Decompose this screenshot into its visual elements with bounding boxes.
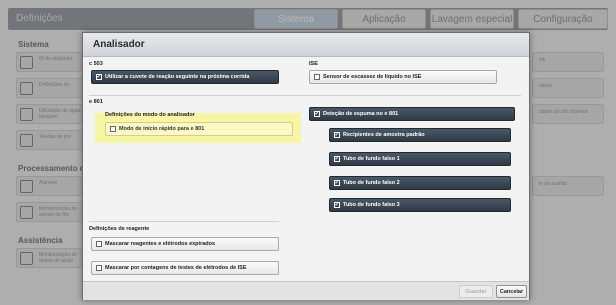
false-bottom-tube-3-label: Tubo de fundo falso 3 bbox=[343, 202, 400, 208]
quick-start-label: Modo de início rápido para e 801 bbox=[119, 126, 205, 132]
next-cuvette-toggle[interactable]: ✓ Utilizar a cuvete de reação seguinte n… bbox=[91, 70, 279, 84]
checkmark-icon: ✓ bbox=[314, 111, 320, 117]
false-bottom-tube-2-toggle[interactable]: ✓ Tubo de fundo falso 2 bbox=[329, 176, 511, 190]
checkmark-icon: ✓ bbox=[334, 180, 340, 186]
analyzer-mode-label: Definições do modo do analisador bbox=[105, 112, 195, 118]
standard-sample-containers-toggle[interactable]: ✓ Recipientes de amostra padrão bbox=[329, 128, 511, 142]
e801-label: e 801 bbox=[89, 99, 103, 105]
dialog-footer: Guardar Cancelar bbox=[83, 281, 529, 300]
save-button[interactable]: Guardar bbox=[459, 285, 493, 298]
quick-start-toggle[interactable]: Modo de início rápido para e 801 bbox=[105, 122, 293, 136]
reagent-settings-label: Definições de reagente bbox=[89, 226, 150, 232]
false-bottom-tube-3-toggle[interactable]: ✓ Tubo de fundo falso 3 bbox=[329, 198, 511, 212]
checkbox-icon bbox=[96, 265, 102, 271]
cancel-button[interactable]: Cancelar bbox=[496, 285, 527, 298]
divider bbox=[89, 95, 521, 96]
mask-expired-reagents-label: Mascarar reagentes e elétrodos expirados bbox=[105, 241, 216, 247]
ise-liquid-sensor-label: Sensor de escassez de líquido no ISE bbox=[323, 74, 422, 80]
standard-sample-containers-label: Recipientes de amostra padrão bbox=[343, 132, 425, 138]
foam-detection-label: Deteção de espuma no e 801 bbox=[323, 111, 399, 117]
false-bottom-tube-2-label: Tubo de fundo falso 2 bbox=[343, 180, 400, 186]
mask-ise-electrode-tests-toggle[interactable]: Mascarar por contagens de testes de elét… bbox=[91, 261, 279, 275]
analyzer-dialog: Analisador c 503 ✓ Utilizar a cuvete de … bbox=[82, 32, 530, 300]
foam-detection-toggle[interactable]: ✓ Deteção de espuma no e 801 bbox=[309, 107, 515, 121]
checkmark-icon: ✓ bbox=[334, 202, 340, 208]
false-bottom-tube-1-toggle[interactable]: ✓ Tubo de fundo falso 1 bbox=[329, 152, 511, 166]
dialog-title: Analisador bbox=[93, 39, 145, 50]
checkbox-icon bbox=[96, 241, 102, 247]
ise-label: ISE bbox=[309, 61, 318, 67]
checkbox-icon bbox=[314, 74, 320, 80]
dialog-header: Analisador bbox=[83, 33, 529, 57]
next-cuvette-label: Utilizar a cuvete de reação seguinte na … bbox=[105, 74, 250, 80]
checkmark-icon: ✓ bbox=[334, 156, 340, 162]
ise-liquid-sensor-toggle[interactable]: Sensor de escassez de líquido no ISE bbox=[309, 70, 497, 84]
divider bbox=[89, 221, 279, 222]
checkmark-icon: ✓ bbox=[334, 132, 340, 138]
mask-expired-reagents-toggle[interactable]: Mascarar reagentes e elétrodos expirados bbox=[91, 237, 279, 251]
mask-ise-electrode-tests-label: Mascarar por contagens de testes de elét… bbox=[105, 265, 247, 271]
false-bottom-tube-1-label: Tubo de fundo falso 1 bbox=[343, 156, 400, 162]
checkbox-icon bbox=[110, 126, 116, 132]
checkmark-icon: ✓ bbox=[96, 74, 102, 80]
c503-label: c 503 bbox=[89, 61, 103, 67]
